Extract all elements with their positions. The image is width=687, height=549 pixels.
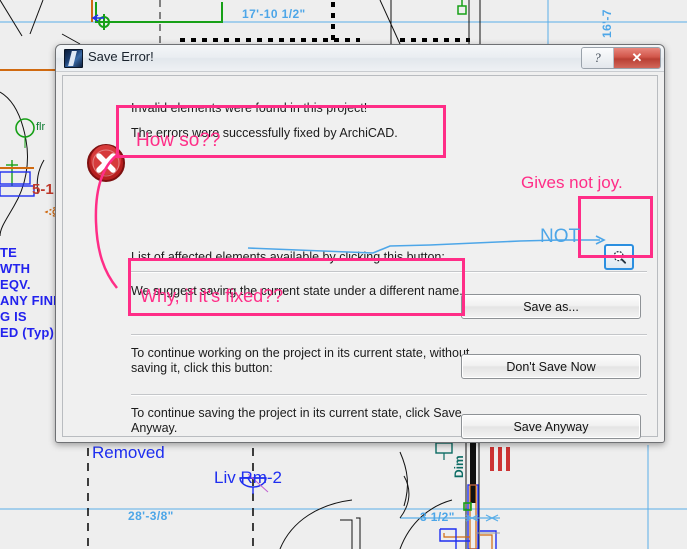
label-fixture-tag: flr [36, 121, 46, 133]
dont-save-now-button[interactable]: Don't Save Now [461, 354, 641, 379]
dimension-bottom-horizontal: 28'-3/8" [128, 509, 174, 523]
dimension-bottom-right: 3 1/2" [420, 510, 455, 524]
message-save-anyway-line1: To continue saving the project in its cu… [131, 406, 462, 420]
note-line-2: WTH [0, 261, 31, 276]
save-anyway-button[interactable]: Save Anyway [461, 414, 641, 439]
message-dont-save-line2: saving it, click this button: [131, 361, 273, 375]
label-dim-tool-tag: Dim [452, 455, 466, 478]
dialog-title: Save Error! [88, 49, 154, 64]
note-line-3: EQV. [0, 277, 31, 292]
divider-2 [131, 334, 647, 336]
annotation-gives-not-joy: Gives not joy. [521, 173, 623, 192]
note-line-5: G IS [0, 309, 27, 324]
annotation-box-magnifier-button [578, 196, 653, 258]
divider-3 [131, 394, 647, 396]
message-save-anyway-line2: Anyway. [131, 421, 178, 435]
label-removed-note: Removed [92, 443, 165, 462]
annotation-how-so: How so?? [136, 130, 221, 151]
window-controls: ? ✕ [581, 47, 661, 69]
save-as-button[interactable]: Save as... [461, 294, 641, 319]
annotation-why-if-fixed: Why, if it's fixed?? [140, 286, 284, 306]
note-line-6: ED (Typ) [0, 325, 55, 340]
help-button[interactable]: ? [582, 48, 614, 68]
annotation-not: NOT [540, 226, 581, 247]
dialog-title-bar[interactable]: Save Error! ? ✕ [56, 45, 664, 72]
label-room-tag: Liv Rm-2 [214, 468, 283, 487]
note-line-1: TE [0, 245, 18, 260]
archicad-logo-icon [64, 49, 83, 68]
label-detail-tag: 5-1 [32, 181, 54, 198]
message-dont-save-line1: To continue working on the project in it… [131, 346, 470, 360]
screenshot-root: 17'-10 1/2" 16'-7 28'-3/8" 3 1/2" Liv Rm… [0, 0, 687, 549]
close-button[interactable]: ✕ [614, 48, 660, 68]
dimension-top-horizontal: 17'-10 1/2" [242, 7, 306, 21]
note-line-4: ANY FINI [0, 293, 57, 308]
dimension-right-vertical: 16'-7 [600, 9, 614, 38]
